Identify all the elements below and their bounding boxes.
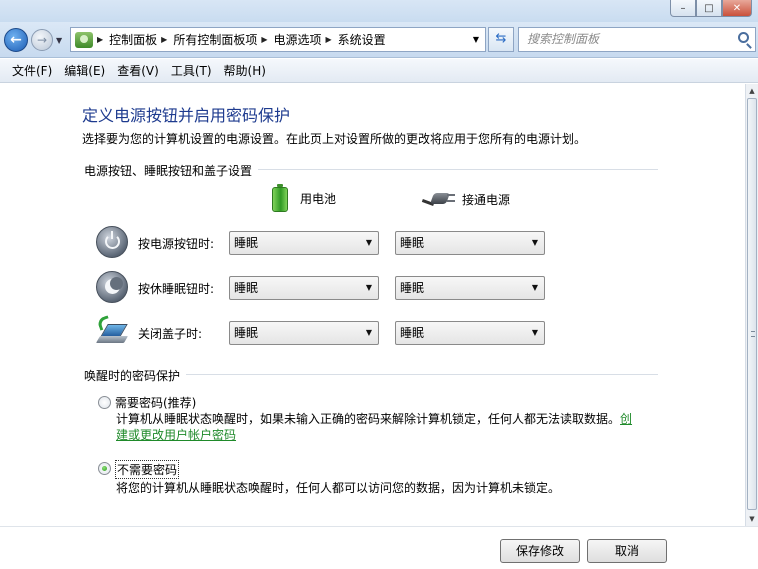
scroll-thumb[interactable]: [747, 98, 757, 510]
no-password-description: 将您的计算机从睡眠状态唤醒时，任何人都可以访问您的数据，因为计算机未锁定。: [116, 481, 561, 495]
dropdown-arrow-icon: ▼: [531, 328, 538, 337]
sleep-button-row: 按休睡眠钮时: 睡眠 ▼ 睡眠 ▼: [96, 271, 556, 305]
dropdown-arrow-icon: ▼: [531, 238, 538, 247]
minimize-button[interactable]: –: [670, 0, 696, 17]
save-changes-button[interactable]: 保存修改: [500, 539, 580, 563]
menu-file[interactable]: 文件(F): [6, 62, 58, 79]
forward-button[interactable]: →: [31, 29, 53, 51]
vertical-scrollbar[interactable]: ▲ ▼: [745, 84, 758, 526]
grip-icon: [751, 331, 755, 337]
arrow-right-icon: →: [36, 33, 48, 47]
select-value: 睡眠: [234, 236, 259, 250]
menu-bar: 文件(F) 编辑(E) 查看(V) 工具(T) 帮助(H): [0, 59, 758, 83]
no-password-label[interactable]: 不需要密码: [115, 460, 180, 479]
breadcrumb-control-panel[interactable]: 控制面板: [109, 31, 157, 48]
column-battery: 用电池: [272, 184, 336, 212]
power-plug-icon: [421, 189, 456, 209]
require-password-description: 计算机从睡眠状态唤醒时，如果未输入正确的密码来解除计算机锁定，任何人都无法读取数…: [116, 411, 636, 443]
navigation-bar: ← → ▼ ▶ 控制面板 ▶ 所有控制面板项 ▶ 电源选项 ▶ 系统设置 ▼ ⇆: [0, 22, 758, 58]
select-value: 睡眠: [234, 281, 259, 295]
search-icon[interactable]: [738, 32, 749, 43]
sleep-button-plugged-select[interactable]: 睡眠 ▼: [395, 276, 545, 300]
battery-icon: [272, 184, 288, 212]
cancel-button[interactable]: 取消: [587, 539, 667, 563]
chevron-right-icon[interactable]: ▶: [326, 35, 332, 44]
window-controls: – □ ✕: [670, 0, 752, 17]
scroll-up-icon[interactable]: ▲: [746, 84, 758, 98]
power-button-label: 按电源按钮时:: [138, 237, 215, 251]
lid-close-label: 关闭盖子时:: [138, 327, 203, 341]
main-content: 定义电源按钮并启用密码保护 选择要为您的计算机设置的电源设置。在此页上对设置所做…: [0, 84, 745, 526]
divider: [258, 169, 658, 170]
close-button[interactable]: ✕: [722, 0, 752, 17]
back-button[interactable]: ←: [4, 28, 28, 52]
column-plugged-label: 接通电源: [462, 192, 511, 207]
scroll-down-icon[interactable]: ▼: [746, 512, 758, 526]
address-bar[interactable]: ▶ 控制面板 ▶ 所有控制面板项 ▶ 电源选项 ▶ 系统设置 ▼: [70, 27, 486, 52]
menu-edit[interactable]: 编辑(E): [58, 62, 111, 79]
dropdown-arrow-icon: ▼: [365, 283, 372, 292]
control-panel-icon: [75, 31, 93, 48]
section-heading-password: 唤醒时的密码保护: [84, 369, 181, 383]
dropdown-arrow-icon: ▼: [365, 238, 372, 247]
no-password-option[interactable]: 不需要密码: [98, 460, 180, 479]
address-dropdown-icon[interactable]: ▼: [473, 35, 479, 44]
menu-help[interactable]: 帮助(H): [218, 62, 272, 79]
breadcrumb-all-items[interactable]: 所有控制面板项: [173, 31, 257, 48]
title-bar: – □ ✕: [0, 0, 758, 22]
search-input[interactable]: [527, 28, 727, 50]
select-value: 睡眠: [400, 236, 425, 250]
no-password-radio[interactable]: [98, 462, 111, 475]
lid-close-row: 关闭盖子时: 睡眠 ▼ 睡眠 ▼: [95, 315, 556, 350]
menu-tools[interactable]: 工具(T): [165, 62, 218, 79]
power-button-battery-select[interactable]: 睡眠 ▼: [229, 231, 379, 255]
refresh-icon: ⇆: [495, 31, 507, 46]
maximize-button[interactable]: □: [696, 0, 722, 17]
breadcrumb-power-options[interactable]: 电源选项: [274, 31, 322, 48]
select-value: 睡眠: [400, 281, 425, 295]
breadcrumb-system-settings[interactable]: 系统设置: [338, 31, 386, 48]
power-button-plugged-select[interactable]: 睡眠 ▼: [395, 231, 545, 255]
column-battery-label: 用电池: [300, 191, 337, 206]
laptop-lid-icon: [95, 315, 129, 348]
chevron-right-icon[interactable]: ▶: [161, 35, 167, 44]
require-password-option[interactable]: 需要密码(推荐): [98, 394, 196, 411]
chevron-right-icon[interactable]: ▶: [97, 35, 103, 44]
refresh-button[interactable]: ⇆: [488, 27, 514, 52]
chevron-down-icon: ▼: [56, 36, 63, 45]
page-description: 选择要为您的计算机设置的电源设置。在此页上对设置所做的更改将应用于您所有的电源计…: [82, 132, 587, 146]
section-heading-buttons: 电源按钮、睡眠按钮和盖子设置: [84, 164, 253, 178]
page-title: 定义电源按钮并启用密码保护: [82, 106, 291, 125]
divider: [186, 374, 658, 375]
menu-view[interactable]: 查看(V): [111, 62, 165, 79]
search-box: [518, 27, 756, 52]
dropdown-arrow-icon: ▼: [531, 283, 538, 292]
select-value: 睡眠: [400, 326, 425, 340]
breadcrumb: ▶ 控制面板 ▶ 所有控制面板项 ▶ 电源选项 ▶ 系统设置: [93, 31, 386, 48]
require-password-label[interactable]: 需要密码(推荐): [115, 394, 196, 411]
power-button-icon: [96, 226, 128, 258]
column-plugged: 接通电源: [421, 189, 511, 209]
lid-close-plugged-select[interactable]: 睡眠 ▼: [395, 321, 545, 345]
require-password-desc-text: 计算机从睡眠状态唤醒时，如果未输入正确的密码来解除计算机锁定，任何人都无法读取数…: [116, 412, 621, 426]
recent-pages-dropdown[interactable]: ▼: [56, 36, 62, 45]
sleep-button-icon: [96, 271, 128, 303]
arrow-left-icon: ←: [10, 32, 22, 48]
require-password-radio[interactable]: [98, 396, 111, 409]
sleep-button-battery-select[interactable]: 睡眠 ▼: [229, 276, 379, 300]
dropdown-arrow-icon: ▼: [365, 328, 372, 337]
lid-close-battery-select[interactable]: 睡眠 ▼: [229, 321, 379, 345]
sleep-button-label: 按休睡眠钮时:: [138, 282, 215, 296]
chevron-right-icon[interactable]: ▶: [261, 35, 267, 44]
power-button-row: 按电源按钮时: 睡眠 ▼ 睡眠 ▼: [96, 226, 556, 260]
select-value: 睡眠: [234, 326, 259, 340]
footer-bar: 保存修改 取消: [0, 526, 758, 569]
